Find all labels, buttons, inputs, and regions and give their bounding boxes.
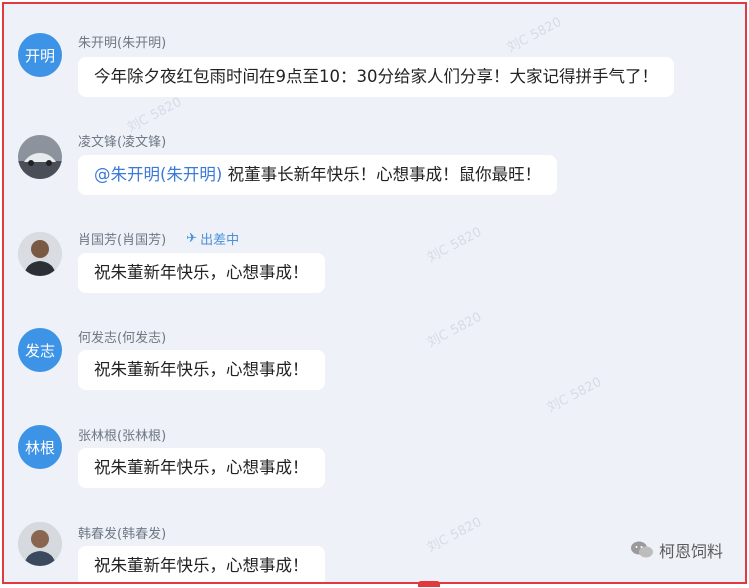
watermark: 刘C 5820 [424, 224, 485, 266]
chat-screenshot-frame: 刘C 5820 刘C 5820 刘C 5820 刘C 5820 刘C 5820 … [2, 2, 747, 584]
avatar[interactable]: 林根 [18, 425, 62, 469]
message-bubble[interactable]: @朱开明(朱开明) 祝董事长新年快乐！心想事成！鼠你最旺！ [78, 155, 558, 195]
watermark: 刘C 5820 [504, 14, 565, 56]
avatar[interactable]: 发志 [18, 328, 62, 372]
watermark: 刘C 5820 [424, 514, 485, 556]
wechat-icon [630, 541, 653, 558]
sender-name: 张林根(张林根) [78, 429, 167, 444]
sender-name: 何发志(何发志) [78, 331, 167, 346]
watermark: 刘C 5820 [544, 374, 605, 416]
status-badge: ✈ 出差中 [186, 231, 240, 248]
watermark: 刘C 5820 [124, 94, 185, 136]
mention-link[interactable]: @朱开明(朱开明) [94, 165, 222, 184]
watermark: 刘C 5820 [424, 309, 485, 351]
sender-name: 韩春发(韩春发) [78, 527, 167, 542]
avatar[interactable] [18, 232, 62, 276]
sender-name: 肖国芳(肖国芳) ✈ 出差中 [78, 231, 240, 248]
message-bubble[interactable]: 祝朱董新年快乐，心想事成！ [78, 546, 325, 582]
car-photo-icon [18, 135, 62, 179]
plane-icon: ✈ [186, 231, 198, 246]
message-bubble[interactable]: 祝朱董新年快乐，心想事成！ [78, 350, 325, 390]
sender-name: 凌文锋(凌文锋) [78, 135, 167, 150]
person-photo-icon [18, 232, 62, 276]
avatar[interactable] [18, 135, 62, 179]
scroll-indicator[interactable] [418, 581, 440, 587]
avatar[interactable] [18, 522, 62, 566]
person-photo-icon [18, 522, 62, 566]
message-bubble[interactable]: 祝朱董新年快乐，心想事成！ [78, 448, 325, 488]
brand-watermark: 柯恩饲料 [630, 538, 723, 562]
avatar[interactable]: 开明 [18, 33, 62, 77]
sender-name: 朱开明(朱开明) [78, 36, 167, 51]
message-bubble[interactable]: 今年除夕夜红包雨时间在9点至10：30分给家人们分享！大家记得拼手气了！ [78, 57, 674, 97]
message-bubble[interactable]: 祝朱董新年快乐，心想事成！ [78, 253, 325, 293]
